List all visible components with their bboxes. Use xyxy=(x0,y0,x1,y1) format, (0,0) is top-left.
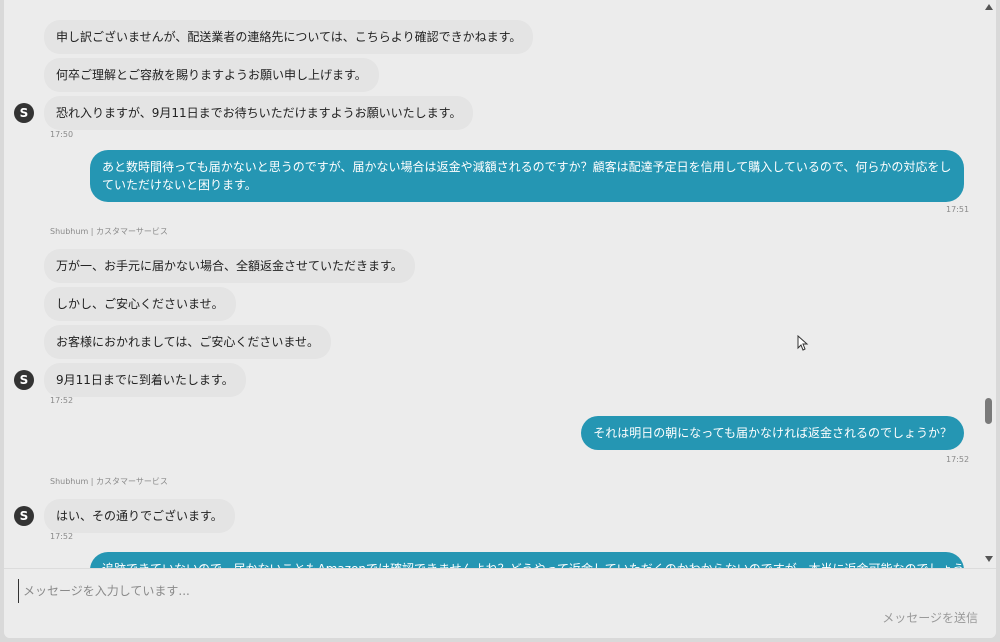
chat-window: 申し訳ございませんが、配送業者の連絡先については、こちらより確認できかねます。 … xyxy=(4,0,996,638)
agent-message: 何卒ご理解とご容赦を賜りますようお願い申し上げます。 xyxy=(44,58,379,92)
agent-avatar: S xyxy=(14,506,34,526)
timestamp: 17:50 xyxy=(50,130,74,139)
user-message: それは明日の朝になっても届かなければ返金されるのでしょうか？ xyxy=(581,416,964,450)
timestamp: 17:51 xyxy=(946,205,970,214)
scroll-down-icon[interactable] xyxy=(985,556,993,562)
user-message: あと数時間待っても届かないと思うのですが、届かない場合は返金や減額されるのですか… xyxy=(90,150,964,202)
timestamp: 17:52 xyxy=(50,396,74,405)
timestamp: 17:52 xyxy=(946,455,970,464)
sender-name: Shubhum | カスタマーサービス xyxy=(50,477,168,486)
user-message: 追跡できていないので、届かないこともAmazonでは確認できませんよね？どうやっ… xyxy=(90,552,964,568)
agent-avatar: S xyxy=(14,370,34,390)
agent-message: お客様におかれましては、ご安心くださいませ。 xyxy=(44,325,332,359)
chat-scrollbar[interactable] xyxy=(984,0,994,568)
send-button[interactable]: メッセージを送信 xyxy=(878,607,982,628)
mouse-pointer-icon xyxy=(797,334,809,355)
agent-message: 9月11日までに到着いたします。 xyxy=(44,363,246,397)
agent-avatar: S xyxy=(14,103,34,123)
agent-message: しかし、ご安心くださいませ。 xyxy=(44,287,236,321)
agent-message: はい、その通りでございます。 xyxy=(44,499,235,533)
agent-message: 万が一、お手元に届かない場合、全額返金させていただきます。 xyxy=(44,249,415,283)
timestamp: 17:52 xyxy=(50,532,74,541)
agent-message: 申し訳ございませんが、配送業者の連絡先については、こちらより確認できかねます。 xyxy=(44,20,534,54)
message-composer: メッセージを送信 xyxy=(4,568,996,638)
agent-message: 恐れ入りますが、9月11日までお待ちいただけますようお願いいたします。 xyxy=(44,96,474,130)
scroll-up-icon[interactable] xyxy=(985,4,993,10)
sender-name: Shubhum | カスタマーサービス xyxy=(50,227,168,236)
message-list[interactable]: 申し訳ございませんが、配送業者の連絡先については、こちらより確認できかねます。 … xyxy=(4,0,984,568)
message-input[interactable] xyxy=(18,579,967,603)
scroll-thumb[interactable] xyxy=(985,398,992,424)
